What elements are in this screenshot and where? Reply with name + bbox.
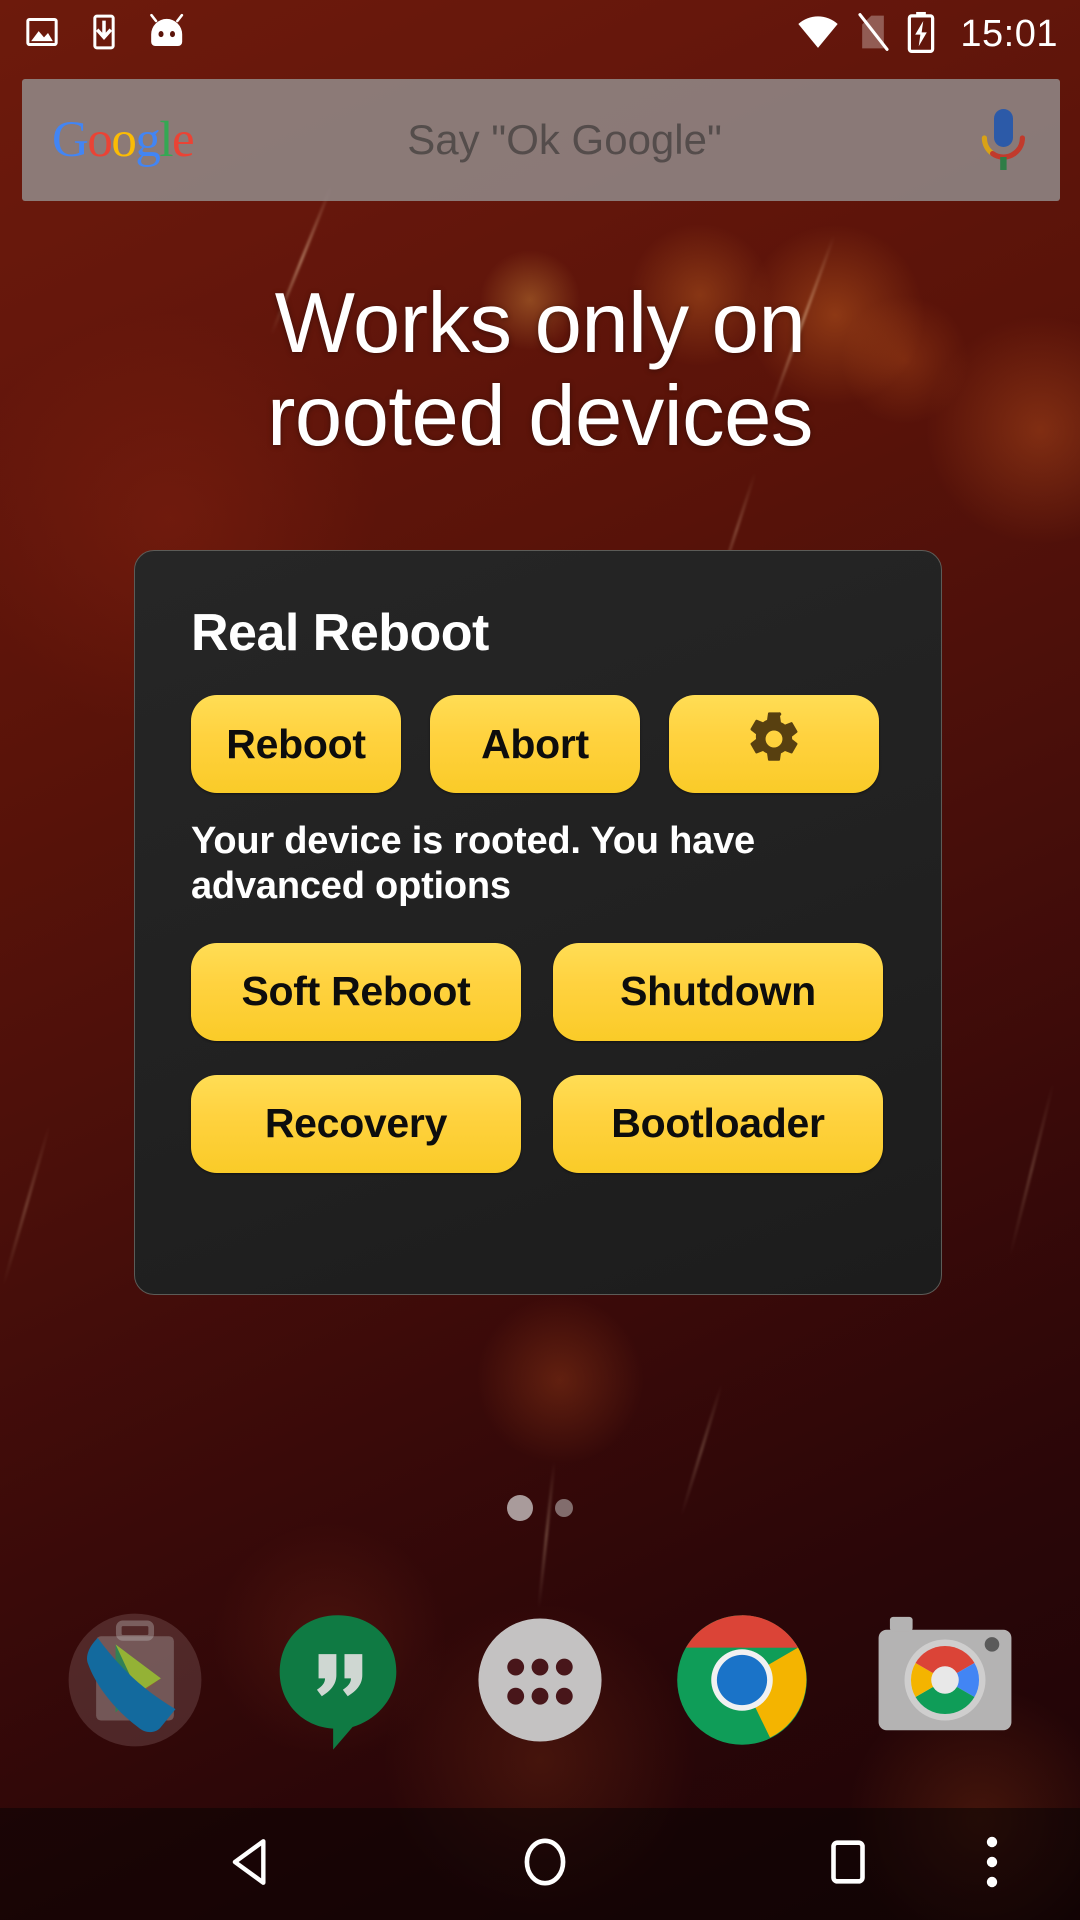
dock bbox=[0, 1590, 1080, 1770]
android-head-icon bbox=[146, 12, 188, 57]
page-dot-active[interactable] bbox=[507, 1495, 533, 1521]
google-logo: Google bbox=[52, 111, 195, 168]
google-logo-letter: o bbox=[87, 111, 113, 168]
status-left-icons bbox=[22, 12, 188, 57]
nav-back-button[interactable] bbox=[205, 1816, 301, 1912]
abort-button[interactable]: Abort bbox=[430, 695, 640, 793]
status-bar[interactable]: 15:01 bbox=[0, 0, 1080, 68]
real-reboot-widget: Real Reboot Reboot Abort Your device is … bbox=[134, 550, 942, 1295]
widget-title: Real Reboot bbox=[191, 604, 489, 662]
advanced-button-row-2: Recovery Bootloader bbox=[191, 1074, 885, 1173]
dock-item-hangouts[interactable] bbox=[257, 1599, 419, 1761]
google-logo-letter: o bbox=[111, 111, 137, 168]
dock-item-app-drawer[interactable] bbox=[459, 1599, 621, 1761]
google-logo-letter: g bbox=[135, 111, 161, 168]
screenshot-icon bbox=[22, 12, 62, 57]
gear-icon bbox=[745, 710, 803, 778]
page-dot[interactable] bbox=[555, 1499, 573, 1517]
nav-home-button[interactable] bbox=[497, 1816, 593, 1912]
dock-item-chrome[interactable] bbox=[661, 1599, 823, 1761]
recents-square-icon bbox=[819, 1833, 877, 1896]
page-indicator bbox=[0, 1495, 1080, 1521]
overflow-menu-icon bbox=[969, 1832, 1015, 1897]
recovery-button[interactable]: Recovery bbox=[191, 1074, 521, 1173]
reboot-button[interactable]: Reboot bbox=[191, 695, 401, 793]
soft-reboot-button[interactable]: Soft Reboot bbox=[191, 942, 521, 1041]
headline-line-2: rooted devices bbox=[267, 368, 813, 464]
google-search-widget[interactable]: Google Say "Ok Google" bbox=[22, 79, 1060, 201]
status-right-icons: 15:01 bbox=[796, 11, 1058, 58]
page-title: Works only on rooted devices bbox=[0, 276, 1080, 464]
nav-recents-button[interactable] bbox=[800, 1816, 896, 1912]
google-logo-letter: l bbox=[159, 111, 173, 168]
microphone-icon[interactable] bbox=[976, 105, 1030, 175]
navigation-bar bbox=[0, 1808, 1080, 1920]
android-home-screen: 15:01 Google Say "Ok Google" Works only … bbox=[0, 0, 1080, 1920]
wifi-icon bbox=[796, 12, 840, 57]
search-input[interactable]: Say "Ok Google" bbox=[193, 116, 936, 164]
download-icon bbox=[84, 12, 124, 57]
shutdown-button[interactable]: Shutdown bbox=[553, 942, 883, 1041]
back-triangle-icon bbox=[222, 1831, 284, 1898]
home-circle-icon bbox=[514, 1831, 576, 1898]
settings-gear-button[interactable] bbox=[669, 695, 879, 793]
google-logo-letter: G bbox=[52, 111, 89, 168]
root-status-message: Your device is rooted. You have advanced… bbox=[191, 820, 755, 907]
primary-button-row: Reboot Abort bbox=[191, 695, 885, 793]
battery-charging-icon bbox=[906, 11, 936, 58]
dock-item-phone-play[interactable] bbox=[54, 1599, 216, 1761]
no-sim-icon bbox=[856, 12, 890, 57]
bootloader-button[interactable]: Bootloader bbox=[553, 1074, 883, 1173]
headline-line-1: Works only on bbox=[274, 276, 806, 371]
advanced-button-row-1: Soft Reboot Shutdown bbox=[191, 942, 885, 1041]
nav-overflow-menu-button[interactable] bbox=[944, 1816, 1040, 1912]
status-clock: 15:01 bbox=[960, 13, 1058, 55]
dock-item-camera[interactable] bbox=[864, 1599, 1026, 1761]
google-logo-letter: e bbox=[172, 111, 195, 168]
